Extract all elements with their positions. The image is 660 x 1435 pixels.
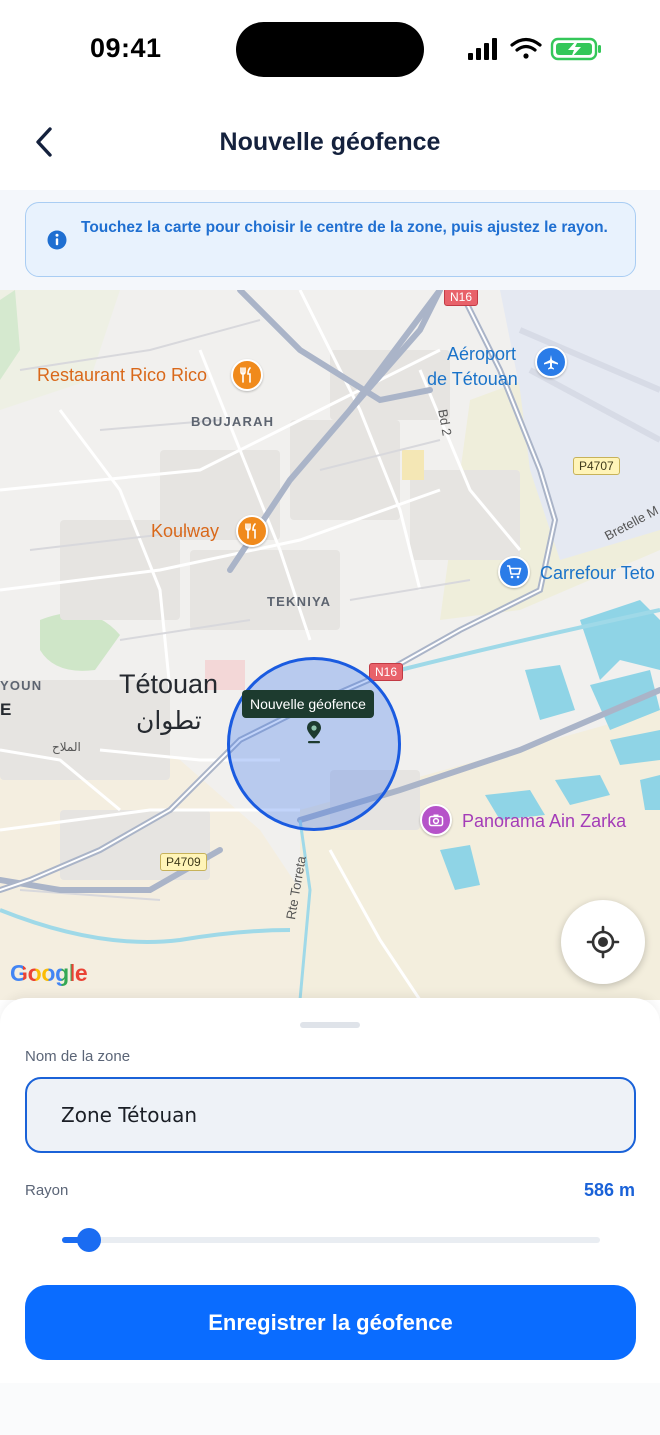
map-label-youn: YOUN (0, 678, 43, 693)
map-background (0, 290, 660, 1000)
restaurant-icon[interactable] (231, 359, 263, 391)
photo-camera-icon (428, 814, 444, 827)
map-label-de-tetouan[interactable]: de Tétouan (427, 369, 518, 390)
header: Nouvelle géofence (0, 100, 660, 190)
fork-knife-icon (240, 367, 251, 383)
dynamic-island (236, 22, 424, 77)
map-pin-icon[interactable] (305, 720, 323, 744)
map-label-tekniya: TEKNIYA (267, 594, 332, 609)
road-shield-p4707: P4707 (573, 457, 620, 475)
sheet-drag-handle[interactable] (300, 1022, 360, 1028)
zone-name-input[interactable] (25, 1077, 636, 1153)
map-label-panorama[interactable]: Panorama Ain Zarka (462, 811, 626, 832)
status-bar: 09:41 (0, 0, 660, 100)
radius-slider[interactable] (62, 1228, 600, 1252)
radius-slider-thumb[interactable] (77, 1228, 101, 1252)
map-label-mellah: الملاح (52, 740, 81, 754)
screen: 09:41 Nouvelle géofence Touchez la carte… (0, 0, 660, 1435)
google-logo: Google (10, 960, 88, 987)
info-banner-area: Touchez la carte pour choisir le centre … (0, 190, 660, 290)
airplane-icon (544, 355, 558, 370)
radius-slider-track (62, 1237, 600, 1243)
map-label-aeroport[interactable]: Aéroport (447, 344, 516, 365)
road-shield-p4709: P4709 (160, 853, 207, 871)
map[interactable]: Restaurant Rico Rico BOUJARAH Koulway Aé… (0, 290, 660, 1000)
radius-value: 586 m (583, 1180, 635, 1200)
wifi-icon (510, 37, 542, 59)
bottom-sheet: Nom de la zone Rayon 586 m Enregistrer l… (0, 998, 660, 1435)
road-shield-n16-center: N16 (369, 663, 404, 681)
status-time: 09:41 (90, 33, 162, 63)
fork-knife-icon (245, 523, 256, 539)
map-label-restaurant-rico-rico[interactable]: Restaurant Rico Rico (37, 365, 207, 386)
google-attribution: Google (10, 960, 88, 986)
my-location-button[interactable] (561, 900, 645, 984)
geofence-circle[interactable] (227, 657, 401, 831)
map-label-boujarah: BOUJARAH (191, 414, 275, 429)
geofence-label: Nouvelle géofence (242, 690, 374, 718)
map-label-edge-e: E (0, 700, 12, 719)
cart-icon (507, 565, 522, 579)
road-shield-n16-top: N16 (444, 290, 479, 306)
map-label-carrefour[interactable]: Carrefour Teto (540, 563, 655, 584)
zone-name-label: Nom de la zone (25, 1048, 131, 1065)
shopping-cart-icon[interactable] (498, 556, 530, 588)
signal-icon (468, 38, 497, 60)
info-banner-text: Touchez la carte pour choisir le centre … (81, 219, 608, 236)
info-banner: Touchez la carte pour choisir le centre … (25, 202, 636, 277)
map-label-koulway[interactable]: Koulway (151, 521, 219, 542)
home-indicator-area (0, 1383, 660, 1435)
airport-icon[interactable] (535, 346, 567, 378)
page-title: Nouvelle géofence (219, 128, 441, 156)
restaurant-icon[interactable] (236, 515, 268, 547)
map-label-tetouan: Tétouan (119, 669, 219, 699)
status-icons (468, 37, 601, 61)
camera-icon[interactable] (420, 804, 452, 836)
save-geofence-button[interactable]: Enregistrer la géofence (25, 1285, 636, 1360)
radius-label: Rayon (25, 1182, 69, 1199)
map-label-tetouan-arabic: تطوان (136, 706, 202, 735)
crosshair-icon (586, 925, 620, 959)
info-icon (47, 230, 67, 250)
battery-icon (550, 37, 601, 61)
